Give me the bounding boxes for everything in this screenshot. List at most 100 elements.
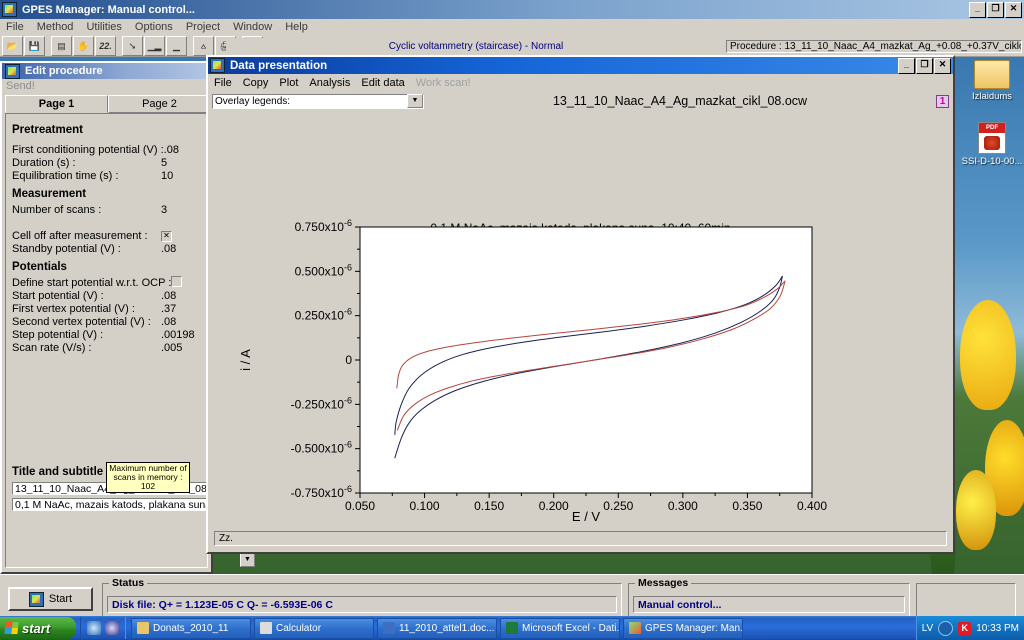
menu-window[interactable]: Window <box>233 21 272 34</box>
tab-page-2[interactable]: Page 2 <box>108 95 211 113</box>
data-presentation-titlebar[interactable]: Data presentation _ ❐ ✕ <box>208 57 953 74</box>
task-label: Donats_2010_11 <box>153 622 229 634</box>
dp-close-button[interactable]: ✕ <box>934 57 951 74</box>
ocp-checkbox[interactable] <box>171 275 183 287</box>
menu-project[interactable]: Project <box>186 21 220 34</box>
svg-text:0.350: 0.350 <box>732 499 762 513</box>
param-row[interactable]: Start potential (V) : .08 <box>12 289 201 302</box>
param-row[interactable]: First vertex potential (V) : .37 <box>12 302 201 315</box>
subtitle-input[interactable]: 0,1 M NaAc, mazais katods, plakana suna,… <box>12 498 207 511</box>
param-value[interactable]: .08 <box>164 144 201 156</box>
save-disk-icon[interactable]: 💾 <box>24 36 45 56</box>
menu-file[interactable]: File <box>6 21 24 34</box>
dp-menu-edit-data[interactable]: Edit data <box>361 77 404 89</box>
gpes-app-icon <box>2 2 17 17</box>
volume-icon[interactable] <box>938 620 954 636</box>
param-row[interactable]: First conditioning potential (V) : .08 <box>12 143 201 156</box>
hand-icon[interactable]: ✋ <box>73 36 94 56</box>
cell-off-checkbox[interactable]: ✕ <box>161 231 172 242</box>
procedure-info-bar: Cyclic voltammetry (staircase) - Normal … <box>226 38 1022 55</box>
peak-icon[interactable]: ⩟ <box>193 36 214 56</box>
task-button[interactable]: 11_2010_attel1.doc... <box>377 617 497 639</box>
task-button[interactable]: Microsoft Excel - Dati... <box>500 617 620 639</box>
param-label: First vertex potential (V) : <box>12 302 135 315</box>
svg-text:-0.250x10-6: -0.250x10-6 <box>291 395 352 411</box>
param-value[interactable]: .005 <box>161 342 201 354</box>
antivirus-icon[interactable]: K <box>958 621 972 635</box>
start-measurement-button[interactable]: Start <box>8 587 93 611</box>
baseline-icon[interactable]: ▁ <box>166 36 187 56</box>
param-row[interactable]: Scan rate (V/s) : .005 <box>12 341 201 354</box>
bar-chart-icon[interactable]: ▁▂ <box>144 36 165 56</box>
panel-scroll-down[interactable]: ▼ <box>240 552 257 572</box>
task-button[interactable]: GPES Manager: Man... <box>623 617 743 639</box>
param-value[interactable]: .37 <box>161 303 201 315</box>
dp-menu-analysis[interactable]: Analysis <box>309 77 350 89</box>
param-row[interactable]: Step potential (V) : .00198 <box>12 328 201 341</box>
ie-icon[interactable] <box>87 621 101 635</box>
param-label: Second vertex potential (V) : <box>12 315 151 328</box>
param-value[interactable]: 3 <box>161 204 201 216</box>
language-indicator[interactable]: LV <box>922 623 934 634</box>
quick-launch-bar <box>80 617 126 639</box>
page-badge[interactable]: 1 <box>936 94 949 108</box>
param-row-cell-off[interactable]: Cell off after measurement : ✕ <box>12 229 201 242</box>
clock[interactable]: 10:33 PM <box>976 623 1019 634</box>
menu-utilities[interactable]: Utilities <box>86 21 121 34</box>
media-icon[interactable] <box>105 621 119 635</box>
dp-minimize-button[interactable]: _ <box>898 57 915 74</box>
data-presentation-menubar: File Copy Plot Analysis Edit data Work s… <box>208 74 953 91</box>
gpes-maximize-button[interactable]: ❐ <box>987 1 1004 18</box>
dp-menu-work-scan: Work scan! <box>415 76 471 89</box>
param-value[interactable]: .08 <box>161 316 201 328</box>
procedure-parameters-panel: Pretreatment First conditioning potentia… <box>5 113 208 568</box>
data-presentation-icon <box>210 58 225 73</box>
dp-menu-file[interactable]: File <box>214 77 232 89</box>
arrow-cursor-icon[interactable]: ➘ <box>122 36 143 56</box>
gpes-close-button[interactable]: ✕ <box>1005 1 1022 18</box>
procedure-tabs: Page 1 Page 2 <box>2 95 211 113</box>
param-row[interactable]: Standby potential (V) : .08 <box>12 242 201 255</box>
start-button[interactable]: start <box>0 617 76 639</box>
overlay-legends-label: Overlay legends: <box>215 95 291 107</box>
menu-help[interactable]: Help <box>285 21 308 34</box>
gpes-minimize-button[interactable]: _ <box>969 1 986 18</box>
overlay-legends-dropdown[interactable]: Overlay legends: ▼ <box>212 93 424 109</box>
param-value[interactable]: .08 <box>161 290 201 302</box>
edit-procedure-titlebar[interactable]: Edit procedure <box>2 63 211 79</box>
svg-text:0.400: 0.400 <box>797 499 827 513</box>
gpes-title-text: GPES Manager: Manual control... <box>22 3 195 16</box>
excel-icon <box>506 622 518 634</box>
open-folder-icon[interactable]: 📂 <box>2 36 23 56</box>
tab-page-1[interactable]: Page 1 <box>5 95 108 113</box>
param-row[interactable]: Second vertex potential (V) : .08 <box>12 315 201 328</box>
send-label[interactable]: Send! <box>2 79 211 95</box>
gpes-titlebar[interactable]: GPES Manager: Manual control... _ ❐ ✕ <box>0 0 1024 19</box>
taskbar-task-list: Donats_2010_11 Calculator 11_2010_attel1… <box>126 617 916 639</box>
menu-options[interactable]: Options <box>135 21 173 34</box>
list-icon[interactable]: ▤ <box>51 36 72 56</box>
param-value[interactable]: .08 <box>161 243 201 255</box>
param-row[interactable]: Duration (s) : 5 <box>12 156 201 169</box>
task-label: Calculator <box>276 622 322 634</box>
chevron-down-icon[interactable]: ▼ <box>240 552 255 567</box>
start-button-label: start <box>22 620 51 636</box>
svg-text:0: 0 <box>345 353 352 367</box>
param-row[interactable]: Equilibration time (s) : 10 <box>12 169 201 182</box>
param-row[interactable]: Number of scans : 3 <box>12 203 201 216</box>
svg-text:0.250x10-6: 0.250x10-6 <box>295 307 352 323</box>
cell-22-icon[interactable]: 22. <box>95 36 116 56</box>
data-presentation-statusbar: Zz. <box>214 531 947 546</box>
task-button[interactable]: Donats_2010_11 <box>131 617 251 639</box>
menu-method[interactable]: Method <box>37 21 74 34</box>
param-label: Duration (s) : <box>12 156 76 169</box>
chevron-down-icon[interactable]: ▼ <box>407 94 423 108</box>
param-value[interactable]: .00198 <box>161 329 201 341</box>
task-button[interactable]: Calculator <box>254 617 374 639</box>
dp-maximize-button[interactable]: ❐ <box>916 57 933 74</box>
param-row-ocp[interactable]: Define start potential w.r.t. OCP : <box>12 275 201 289</box>
dp-menu-plot[interactable]: Plot <box>279 77 298 89</box>
param-value[interactable]: 5 <box>161 157 201 169</box>
param-value[interactable]: 10 <box>161 170 201 182</box>
dp-menu-copy[interactable]: Copy <box>243 77 269 89</box>
